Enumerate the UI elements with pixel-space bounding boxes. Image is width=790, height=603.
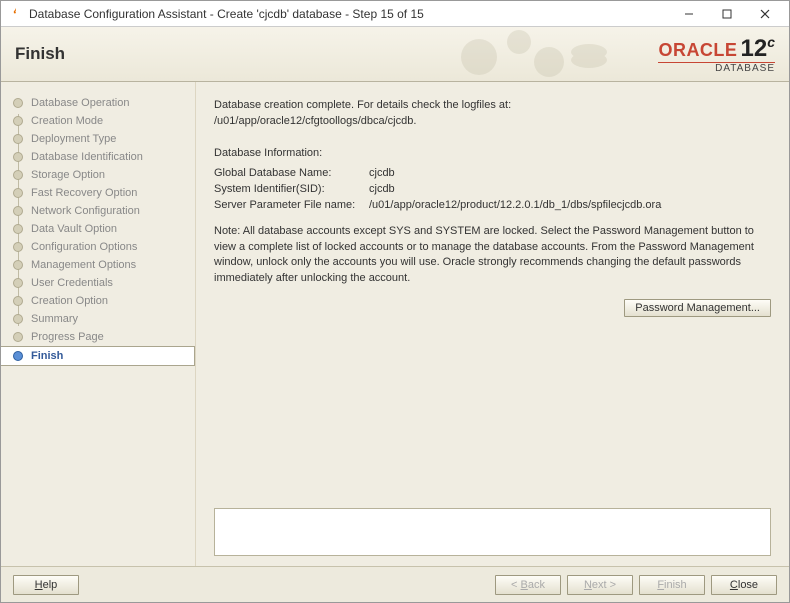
step-label: Database Operation [31,97,129,109]
step-sidebar: Database Operation Creation Mode Deploymen… [1,82,196,566]
sid-label: System Identifier(SID): [214,182,369,198]
step-list: Database Operation Creation Mode Deploymen… [1,94,195,366]
step-label: User Credentials [31,277,113,289]
step-item-creation-option: Creation Option [1,292,195,310]
sid-value: cjcdb [369,182,395,198]
step-label: Data Vault Option [31,223,117,235]
step-bullet-icon [13,98,23,108]
log-output-box[interactable] [214,508,771,556]
content-panel: Database creation complete. For details … [196,82,789,566]
step-item-fast-recovery-option: Fast Recovery Option [1,184,195,202]
step-item-user-credentials: User Credentials [1,274,195,292]
step-bullet-icon [13,260,23,270]
step-label: Database Identification [31,151,143,163]
logo-subtitle: DATABASE [658,62,775,74]
step-label: Configuration Options [31,241,137,253]
oracle-logo: ORACLE 12c DATABASE [658,35,775,74]
step-item-database-operation: Database Operation [1,94,195,112]
step-item-database-identification: Database Identification [1,148,195,166]
step-bullet-icon [13,332,23,342]
step-item-progress-page: Progress Page [1,328,195,346]
step-item-storage-option: Storage Option [1,166,195,184]
help-label-rest: elp [43,579,58,591]
step-bullet-icon [13,152,23,162]
step-bullet-icon [13,206,23,216]
step-bullet-icon [13,116,23,126]
step-item-network-configuration: Network Configuration [1,202,195,220]
window-controls [679,4,775,24]
step-bullet-icon [13,314,23,324]
step-item-creation-mode: Creation Mode [1,112,195,130]
step-bullet-icon [13,351,23,361]
close-button[interactable] [755,4,775,24]
step-label: Creation Mode [31,115,103,127]
maximize-button[interactable] [717,4,737,24]
main-area: Database Operation Creation Mode Deploymen… [1,82,789,566]
minimize-button[interactable] [679,4,699,24]
titlebar: Database Configuration Assistant - Creat… [1,1,789,27]
log-path: /u01/app/oracle12/cfgtoollogs/dbca/cjcdb… [214,114,771,130]
info-row-global-name: Global Database Name: cjcdb [214,166,771,182]
help-button[interactable]: Help [13,575,79,595]
note-text: Note: All database accounts except SYS a… [214,224,771,288]
step-item-management-options: Management Options [1,256,195,274]
logo-version: 12c [741,35,776,62]
step-label: Deployment Type [31,133,116,145]
spfile-value: /u01/app/oracle12/product/12.2.0.1/db_1/… [369,198,661,214]
header-decoration [449,27,619,82]
step-bullet-icon [13,170,23,180]
step-label: Fast Recovery Option [31,187,137,199]
global-name-label: Global Database Name: [214,166,369,182]
window-title: Database Configuration Assistant - Creat… [29,7,679,21]
step-bullet-icon [13,134,23,144]
logo-brand: ORACLE [658,40,737,60]
db-info-header: Database Information: [214,146,771,162]
step-label: Creation Option [31,295,108,307]
db-info-table: Global Database Name: cjcdb System Ident… [214,166,771,214]
step-bullet-icon [13,188,23,198]
completion-message: Database creation complete. For details … [214,98,771,114]
header: Finish ORACLE 12c DATABASE [1,27,789,82]
info-row-spfile: Server Parameter File name: /u01/app/ora… [214,198,771,214]
java-icon [7,6,23,22]
step-label: Network Configuration [31,205,140,217]
back-button: < Back [495,575,561,595]
password-management-button[interactable]: Password Management... [624,299,771,317]
next-button: Next > [567,575,633,595]
back-label-pre: < [511,579,520,591]
close-button-footer[interactable]: Close [711,575,777,595]
footer: Help < Back Next > Finish Close [1,566,789,602]
step-bullet-icon [13,278,23,288]
info-row-sid: System Identifier(SID): cjcdb [214,182,771,198]
step-bullet-icon [13,242,23,252]
page-title: Finish [15,44,65,64]
spfile-label: Server Parameter File name: [214,198,369,214]
step-item-data-vault-option: Data Vault Option [1,220,195,238]
step-label: Storage Option [31,169,105,181]
step-label: Summary [31,313,78,325]
step-label: Finish [31,350,63,362]
global-name-value: cjcdb [369,166,395,182]
step-item-summary: Summary [1,310,195,328]
step-item-configuration-options: Configuration Options [1,238,195,256]
step-item-deployment-type: Deployment Type [1,130,195,148]
step-bullet-icon [13,296,23,306]
step-bullet-icon [13,224,23,234]
step-label: Management Options [31,259,136,271]
finish-button: Finish [639,575,705,595]
step-label: Progress Page [31,331,104,343]
step-item-finish: Finish [1,346,195,366]
